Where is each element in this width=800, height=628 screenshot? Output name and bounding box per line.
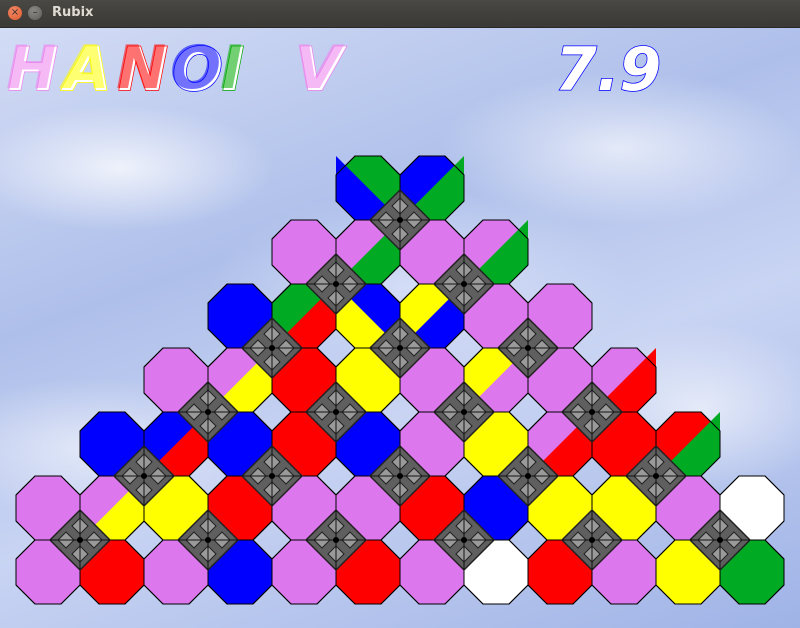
- hub-center: [589, 409, 595, 415]
- hub-center: [77, 537, 83, 543]
- hub-center: [269, 345, 275, 351]
- hub-center: [141, 473, 147, 479]
- hub-center: [333, 281, 339, 287]
- window-titlebar: × – Rubix: [0, 0, 800, 28]
- title-letter-shade: V: [294, 33, 345, 103]
- window-title: Rubix: [52, 5, 94, 20]
- hub-center: [525, 345, 531, 351]
- close-window-button[interactable]: ×: [8, 6, 22, 20]
- title-letter-shade: A: [59, 33, 109, 103]
- hub-center: [333, 409, 339, 415]
- hub-center: [589, 537, 595, 543]
- hub-center: [461, 409, 467, 415]
- title-letter-shade: I: [220, 33, 242, 103]
- hub-center: [397, 473, 403, 479]
- title-letter-shade: O: [170, 33, 221, 103]
- title-letter-shade: H: [6, 33, 56, 103]
- hub-center: [653, 473, 659, 479]
- title-letter-shade: N: [116, 33, 166, 103]
- game-board[interactable]: HH AA NN OO II VV 7.9: [0, 28, 800, 628]
- hub-center: [461, 281, 467, 287]
- hub-center: [525, 473, 531, 479]
- hub-center: [461, 537, 467, 543]
- hub-center: [205, 537, 211, 543]
- hub-center: [717, 537, 723, 543]
- minimize-window-button[interactable]: –: [28, 6, 42, 20]
- hub-center: [397, 217, 403, 223]
- hub-center: [205, 409, 211, 415]
- hub-center: [269, 473, 275, 479]
- version-number: 7.9: [555, 35, 661, 105]
- game-title: HH AA NN OO II VV: [6, 33, 348, 106]
- hub-center: [397, 345, 403, 351]
- hub-center: [333, 537, 339, 543]
